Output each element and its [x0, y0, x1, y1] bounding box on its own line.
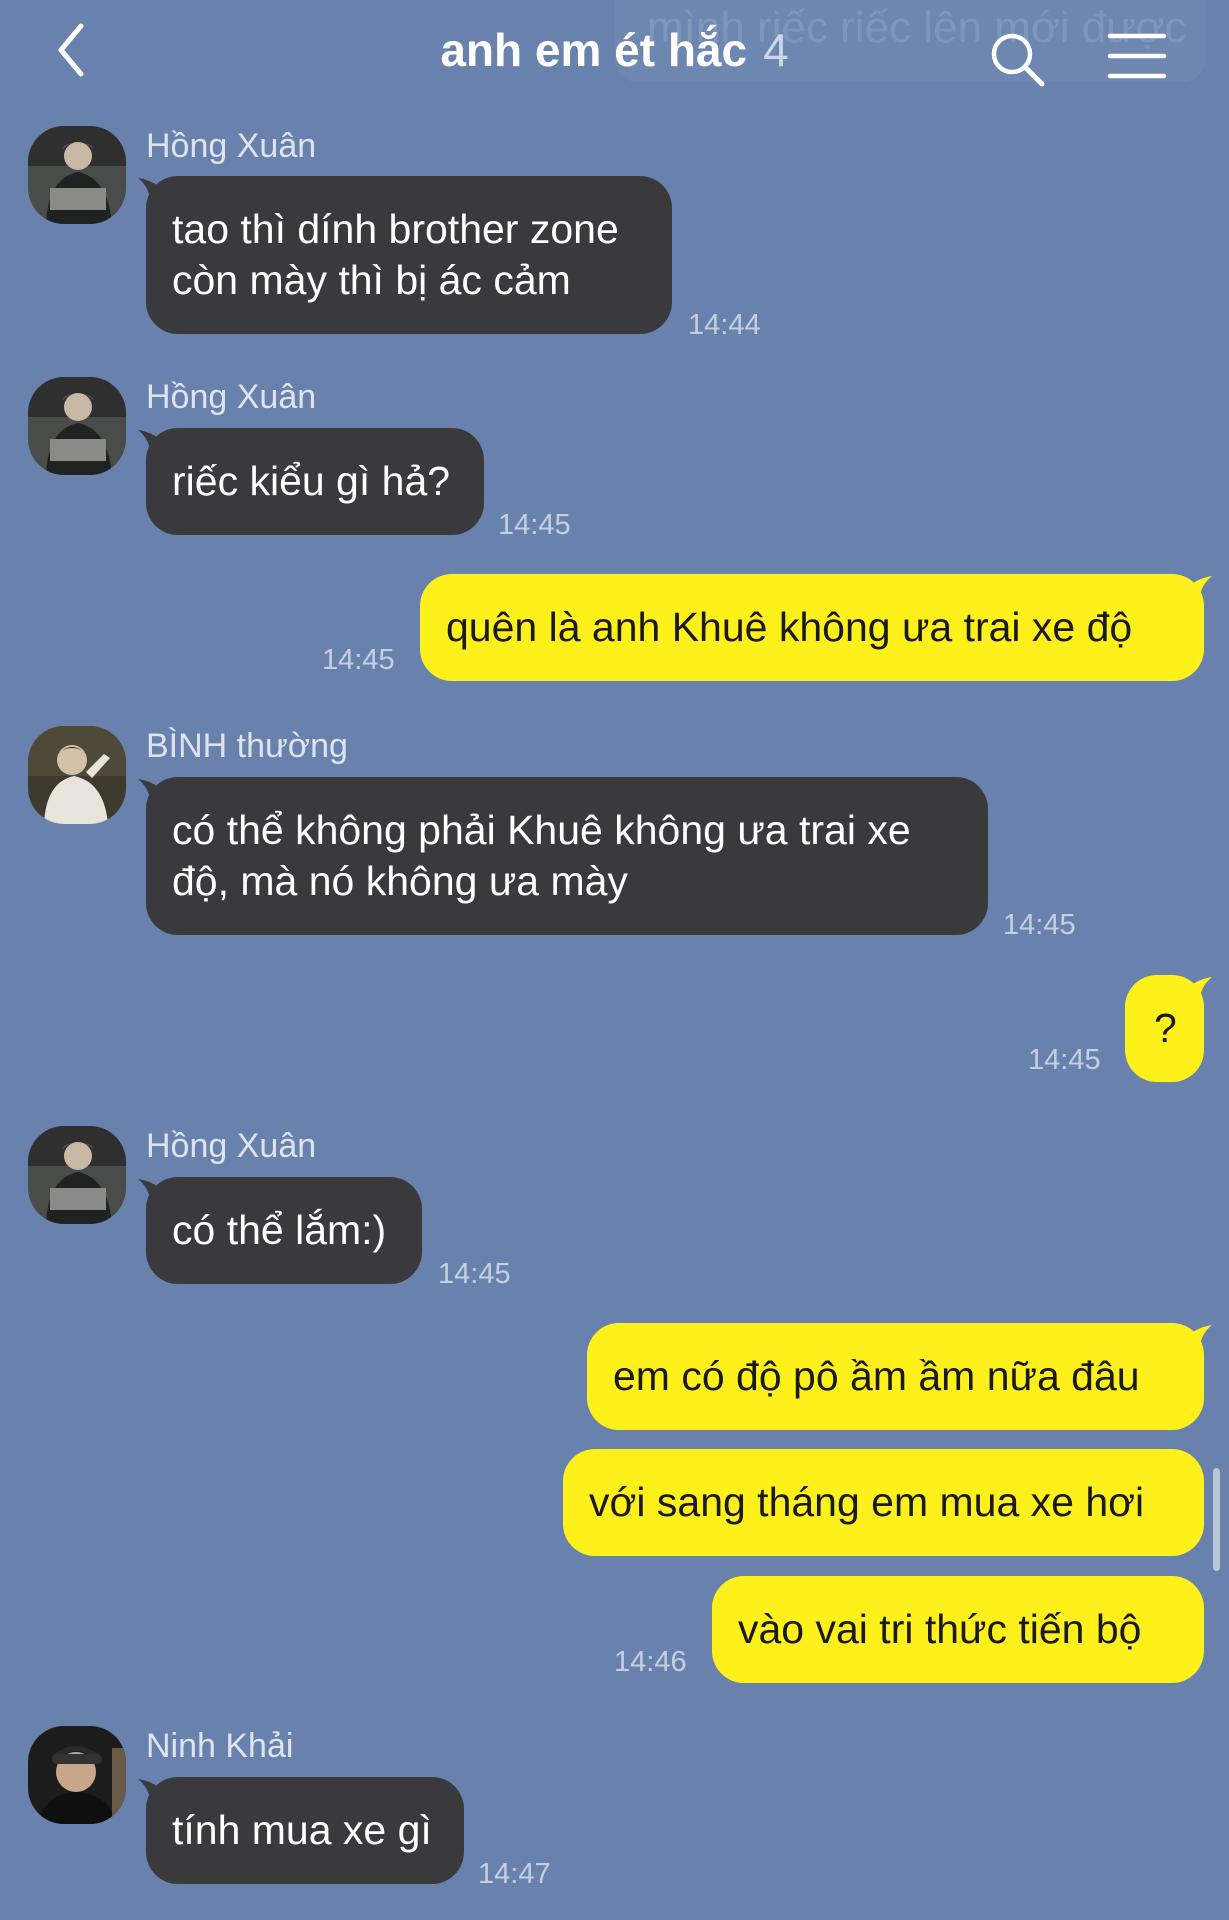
avatar-photo-icon — [28, 1726, 126, 1824]
chat-name: anh em ét hắc — [440, 24, 748, 76]
avatar-photo-icon — [28, 126, 126, 224]
member-count: 4 — [763, 24, 789, 76]
menu-button[interactable] — [1106, 30, 1168, 82]
scrollbar[interactable] — [1213, 1468, 1220, 1571]
message-time: 14:44 — [688, 309, 761, 341]
bubble-tail — [1186, 977, 1212, 997]
message-bubble-incoming[interactable]: có thể lắm:) — [146, 1177, 422, 1284]
message-bubble-incoming[interactable]: tao thì dính brother zone còn mày thì bị… — [146, 176, 672, 334]
avatar-photo-icon — [28, 1126, 126, 1224]
sender-name: Hồng Xuân — [146, 378, 317, 416]
message-line: có thể lắm:) — [172, 1207, 387, 1253]
message-line: có thể không phải Khuê không ưa trai xe — [172, 807, 911, 853]
message-bubble-incoming[interactable]: tính mua xe gì — [146, 1777, 464, 1884]
sender-name: Hồng Xuân — [146, 127, 317, 165]
bubble-tail — [1186, 1325, 1212, 1345]
sender-name: Ninh Khải — [146, 1727, 294, 1765]
message-line: riếc kiểu gì hả? — [172, 458, 451, 504]
message-line: với sang tháng em mua xe hơi — [589, 1479, 1145, 1525]
avatar-ninh-khai[interactable] — [28, 1726, 126, 1824]
avatar-hong-xuan[interactable] — [28, 1126, 126, 1224]
message-line: còn mày thì bị ác cảm — [172, 257, 571, 303]
chat-header: mình riếc riếc lên mới được anh em ét hắ… — [0, 0, 1229, 110]
avatar-photo-icon — [28, 726, 126, 824]
sender-name: BÌNH thường — [146, 727, 348, 765]
bubble-tail — [1186, 576, 1212, 596]
message-line: quên là anh Khuê không ưa trai xe độ — [446, 604, 1133, 650]
message-time: 14:47 — [478, 1858, 551, 1890]
message-time: 14:45 — [438, 1258, 511, 1290]
search-icon — [991, 33, 1045, 87]
message-bubble-outgoing[interactable]: với sang tháng em mua xe hơi — [563, 1449, 1204, 1556]
message-time: 14:45 — [1003, 909, 1076, 941]
message-bubble-incoming[interactable]: riếc kiểu gì hả? — [146, 428, 484, 535]
search-button[interactable] — [988, 30, 1048, 90]
message-bubble-outgoing[interactable]: quên là anh Khuê không ưa trai xe độ — [420, 574, 1204, 681]
message-time: 14:45 — [1028, 1044, 1101, 1076]
message-line: em có độ pô ầm ầm nữa đâu — [613, 1353, 1140, 1399]
message-line: độ, mà nó không ưa mày — [172, 858, 628, 904]
message-bubble-incoming[interactable]: có thể không phải Khuê không ưa trai xe … — [146, 777, 988, 935]
message-bubble-outgoing[interactable]: em có độ pô ầm ầm nữa đâu — [587, 1323, 1204, 1430]
message-time: 14:45 — [322, 644, 395, 676]
avatar-binh-thuong[interactable] — [28, 726, 126, 824]
avatar-photo-icon — [28, 377, 126, 475]
avatar-hong-xuan[interactable] — [28, 377, 126, 475]
message-line: ? — [1154, 1005, 1177, 1051]
message-line: tính mua xe gì — [172, 1807, 432, 1853]
sender-name: Hồng Xuân — [146, 1127, 317, 1165]
message-bubble-outgoing[interactable]: vào vai tri thức tiến bộ — [712, 1576, 1204, 1683]
message-time: 14:46 — [614, 1646, 687, 1678]
message-time: 14:45 — [498, 509, 571, 541]
menu-icon — [1107, 33, 1167, 79]
message-line: tao thì dính brother zone — [172, 206, 619, 252]
avatar-hong-xuan[interactable] — [28, 126, 126, 224]
message-line: vào vai tri thức tiến bộ — [738, 1606, 1142, 1652]
